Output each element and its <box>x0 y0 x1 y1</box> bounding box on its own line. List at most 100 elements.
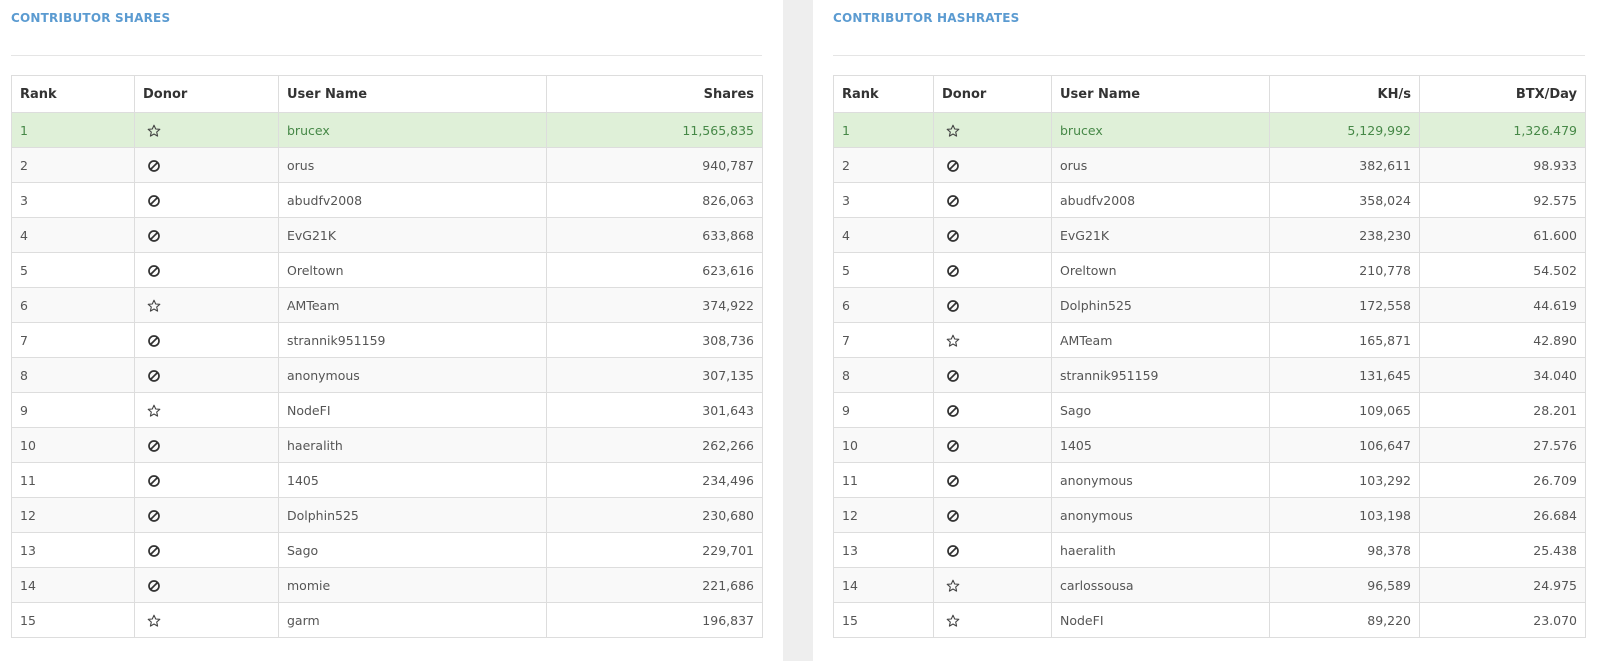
donor-cell <box>134 322 279 358</box>
donor-cell <box>134 602 279 638</box>
rank-cell: 10 <box>11 427 135 463</box>
donor-cell <box>933 322 1052 358</box>
panel-title: CONTRIBUTOR HASHRATES <box>833 11 1020 25</box>
rank-cell: 15 <box>11 602 135 638</box>
shares-cell: 196,837 <box>546 602 763 638</box>
rank-cell: 10 <box>833 427 934 463</box>
donor-cell <box>134 287 279 323</box>
column-header-user-name: User Name <box>278 75 547 113</box>
donor-cell <box>134 217 279 253</box>
user-name-cell: anonymous <box>1051 497 1270 533</box>
donor-cell <box>134 147 279 183</box>
rank-cell: 9 <box>11 392 135 428</box>
donor-cell <box>933 532 1052 568</box>
user-name-cell: Sago <box>278 532 547 568</box>
no-donor-icon <box>147 509 161 523</box>
btx-day-cell: 42.890 <box>1419 322 1586 358</box>
btx-day-cell: 61.600 <box>1419 217 1586 253</box>
table-row: 6 AMTeam 374,922 <box>11 287 763 323</box>
user-name-cell: anonymous <box>1051 462 1270 498</box>
table-header-row: Rank Donor User Name KH/s BTX/Day <box>833 75 1586 113</box>
table-row: 10 haeralith 262,266 <box>11 427 763 463</box>
hashrates-table: Rank Donor User Name KH/s BTX/Day 1 bruce… <box>833 75 1586 638</box>
user-name-cell: garm <box>278 602 547 638</box>
no-donor-icon <box>147 474 161 488</box>
shares-cell: 633,868 <box>546 217 763 253</box>
no-donor-icon <box>946 159 960 173</box>
donor-cell <box>933 567 1052 603</box>
khs-cell: 165,871 <box>1269 322 1420 358</box>
rank-cell: 13 <box>833 532 934 568</box>
star-icon <box>946 614 960 628</box>
user-name-cell: 1405 <box>1051 427 1270 463</box>
no-donor-icon <box>147 439 161 453</box>
user-name-cell: Dolphin525 <box>278 497 547 533</box>
user-name-cell: 1405 <box>278 462 547 498</box>
donor-cell <box>933 602 1052 638</box>
rank-cell: 4 <box>833 217 934 253</box>
shares-cell: 262,266 <box>546 427 763 463</box>
btx-day-cell: 25.438 <box>1419 532 1586 568</box>
rank-cell: 12 <box>11 497 135 533</box>
btx-day-cell: 34.040 <box>1419 357 1586 393</box>
table-row: 7 AMTeam 165,871 42.890 <box>833 322 1586 358</box>
donor-cell <box>933 217 1052 253</box>
btx-day-cell: 44.619 <box>1419 287 1586 323</box>
table-row: 3 abudfv2008 826,063 <box>11 182 763 218</box>
donor-cell <box>933 147 1052 183</box>
rank-cell: 1 <box>11 112 135 148</box>
table-row: 2 orus 940,787 <box>11 147 763 183</box>
khs-cell: 98,378 <box>1269 532 1420 568</box>
column-header-user-name: User Name <box>1051 75 1270 113</box>
btx-day-cell: 27.576 <box>1419 427 1586 463</box>
table-row: 15 garm 196,837 <box>11 602 763 638</box>
user-name-cell: NodeFI <box>1051 602 1270 638</box>
user-name-cell: abudfv2008 <box>278 182 547 218</box>
donor-cell <box>134 357 279 393</box>
column-header-rank: Rank <box>11 75 135 113</box>
btx-day-cell: 54.502 <box>1419 252 1586 288</box>
rank-cell: 7 <box>833 322 934 358</box>
khs-cell: 96,589 <box>1269 567 1420 603</box>
star-icon <box>147 404 161 418</box>
table-row: 8 strannik951159 131,645 34.040 <box>833 357 1586 393</box>
rank-cell: 2 <box>11 147 135 183</box>
column-header-btx-day: BTX/Day <box>1419 75 1586 113</box>
divider <box>11 55 762 56</box>
column-header-khs: KH/s <box>1269 75 1420 113</box>
table-header-row: Rank Donor User Name Shares <box>11 75 763 113</box>
user-name-cell: haeralith <box>278 427 547 463</box>
user-name-cell: Oreltown <box>278 252 547 288</box>
table-row: 2 orus 382,611 98.933 <box>833 147 1586 183</box>
user-name-cell: orus <box>278 147 547 183</box>
user-name-cell: Dolphin525 <box>1051 287 1270 323</box>
user-name-cell: brucex <box>278 112 547 148</box>
khs-cell: 210,778 <box>1269 252 1420 288</box>
no-donor-icon <box>147 579 161 593</box>
shares-cell: 374,922 <box>546 287 763 323</box>
khs-cell: 358,024 <box>1269 182 1420 218</box>
user-name-cell: EvG21K <box>1051 217 1270 253</box>
column-header-shares: Shares <box>546 75 763 113</box>
donor-cell <box>933 182 1052 218</box>
table-row: 9 NodeFI 301,643 <box>11 392 763 428</box>
star-icon <box>147 614 161 628</box>
rank-cell: 12 <box>833 497 934 533</box>
no-donor-icon <box>147 229 161 243</box>
user-name-cell: Sago <box>1051 392 1270 428</box>
page: CONTRIBUTOR SHARES Rank Donor User Name … <box>0 0 1597 661</box>
table-row: 4 EvG21K 633,868 <box>11 217 763 253</box>
rank-cell: 2 <box>833 147 934 183</box>
rank-cell: 3 <box>833 182 934 218</box>
donor-cell <box>134 532 279 568</box>
user-name-cell: EvG21K <box>278 217 547 253</box>
rank-cell: 1 <box>833 112 934 148</box>
rank-cell: 3 <box>11 182 135 218</box>
no-donor-icon <box>946 474 960 488</box>
donor-cell <box>933 392 1052 428</box>
donor-cell <box>134 112 279 148</box>
donor-cell <box>134 182 279 218</box>
btx-day-cell: 26.684 <box>1419 497 1586 533</box>
rank-cell: 6 <box>833 287 934 323</box>
table-row: 5 Oreltown 623,616 <box>11 252 763 288</box>
